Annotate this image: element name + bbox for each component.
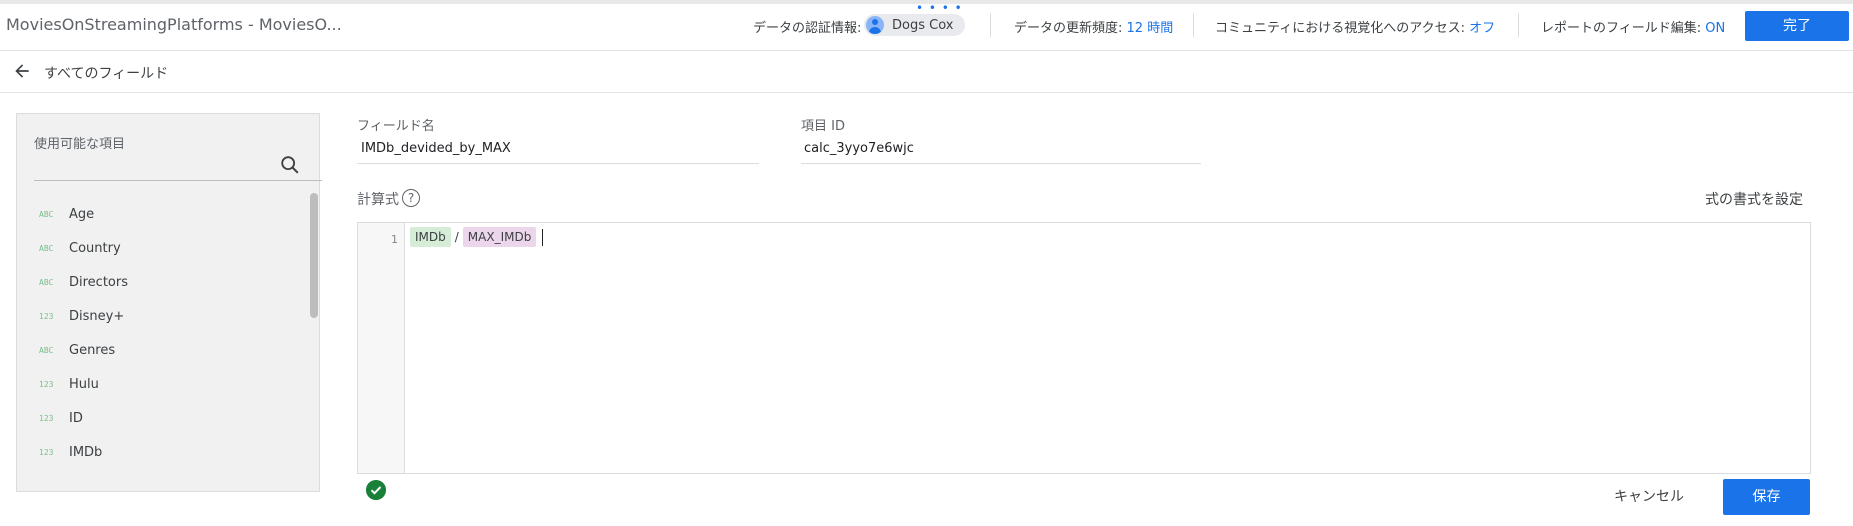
community-label: コミュニティにおける視覚化へのアクセス:: [1215, 21, 1465, 36]
code-line[interactable]: IMDb / MAX_IMDb: [410, 226, 544, 248]
divider: [1518, 13, 1519, 37]
field-id-label: 項目 ID: [801, 119, 845, 134]
field-name-underline: [357, 163, 759, 164]
formula-label: 計算式: [357, 192, 399, 208]
field-name: Disney+: [69, 308, 125, 324]
line-gutter: 1: [358, 223, 405, 473]
community-value[interactable]: オフ: [1469, 21, 1495, 36]
field-id-input[interactable]: calc_3yyo7e6wjc: [804, 141, 914, 156]
list-item[interactable]: ABC Genres: [17, 333, 307, 367]
search-icon[interactable]: [279, 154, 301, 176]
save-button[interactable]: 保存: [1723, 479, 1810, 515]
number-type-icon: 123: [39, 379, 54, 389]
credentials-label: データの認証情報:: [753, 21, 862, 36]
list-item[interactable]: ABC Country: [17, 231, 307, 265]
field-name: IMDb: [69, 444, 103, 460]
help-icon[interactable]: ?: [402, 189, 420, 207]
available-fields-panel: 使用可能な項目 ABC Age ABC Country ABC Director…: [16, 113, 322, 492]
text-type-icon: ABC: [39, 243, 54, 253]
divider: [1193, 13, 1194, 37]
scrollbar[interactable]: [310, 193, 318, 318]
field-name-input[interactable]: IMDb_devided_by_MAX: [361, 141, 511, 156]
list-item[interactable]: 123 Disney+: [17, 299, 307, 333]
cancel-button[interactable]: キャンセル: [1614, 486, 1684, 506]
field-name: Age: [69, 206, 95, 222]
check-circle-icon: [366, 480, 386, 500]
avatar: [866, 16, 884, 34]
available-fields-title: 使用可能な項目: [34, 137, 126, 152]
report-edit-label: レポートのフィールド編集:: [1541, 21, 1702, 36]
done-button[interactable]: 完了: [1745, 11, 1849, 41]
text-type-icon: ABC: [39, 209, 54, 219]
freshness[interactable]: データの更新頻度: 12 時間: [1014, 17, 1173, 36]
credentials-chip[interactable]: Dogs Cox: [864, 14, 966, 36]
field-name: Directors: [69, 274, 128, 290]
operator: /: [454, 230, 459, 244]
number-type-icon: 123: [39, 311, 54, 321]
list-item[interactable]: ABC Directors: [17, 265, 307, 299]
formula-editor[interactable]: 1 IMDb / MAX_IMDb: [357, 222, 1811, 474]
search-input[interactable]: [34, 180, 322, 181]
list-item[interactable]: ABC Age: [17, 197, 307, 231]
list-item[interactable]: 123 ID: [17, 401, 307, 435]
top-bar: • • • • MoviesOnStreamingPlatforms - Mov…: [0, 0, 1853, 51]
arrow-back-icon[interactable]: [12, 61, 32, 81]
freshness-value[interactable]: 12 時間: [1127, 21, 1174, 36]
nav-row: すべてのフィールド: [0, 51, 1853, 93]
data-source-title: MoviesOnStreamingPlatforms - MoviesO...: [6, 15, 342, 34]
format-formula-link[interactable]: 式の書式を設定: [1705, 189, 1803, 209]
field-id-underline: [801, 163, 1201, 164]
divider: [990, 13, 991, 37]
text-type-icon: ABC: [39, 345, 54, 355]
field-name: ID: [69, 410, 83, 426]
field-name: Genres: [69, 342, 116, 358]
text-type-icon: ABC: [39, 277, 54, 287]
all-fields-link[interactable]: すべてのフィールド: [44, 63, 168, 83]
report-edit-value[interactable]: ON: [1705, 21, 1725, 36]
field-list: ABC Age ABC Country ABC Directors 123 Di…: [17, 197, 307, 469]
dimension-token[interactable]: IMDb: [410, 227, 451, 247]
credentials-user: Dogs Cox: [892, 17, 954, 33]
community-access[interactable]: コミュニティにおける視覚化へのアクセス: オフ: [1215, 17, 1495, 36]
line-number: 1: [391, 233, 398, 246]
text-cursor: [542, 228, 544, 246]
number-type-icon: 123: [39, 447, 54, 457]
field-name: Hulu: [69, 376, 99, 392]
list-item[interactable]: 123 IMDb: [17, 435, 307, 469]
number-type-icon: 123: [39, 413, 54, 423]
drag-handle-icon[interactable]: • • • •: [916, 2, 963, 14]
freshness-label: データの更新頻度:: [1014, 21, 1123, 36]
field-name-label: フィールド名: [357, 119, 435, 134]
field-name: Country: [69, 240, 121, 256]
list-item[interactable]: 123 Hulu: [17, 367, 307, 401]
report-field-edit[interactable]: レポートのフィールド編集: ON: [1541, 17, 1725, 36]
metric-token[interactable]: MAX_IMDb: [462, 227, 537, 247]
